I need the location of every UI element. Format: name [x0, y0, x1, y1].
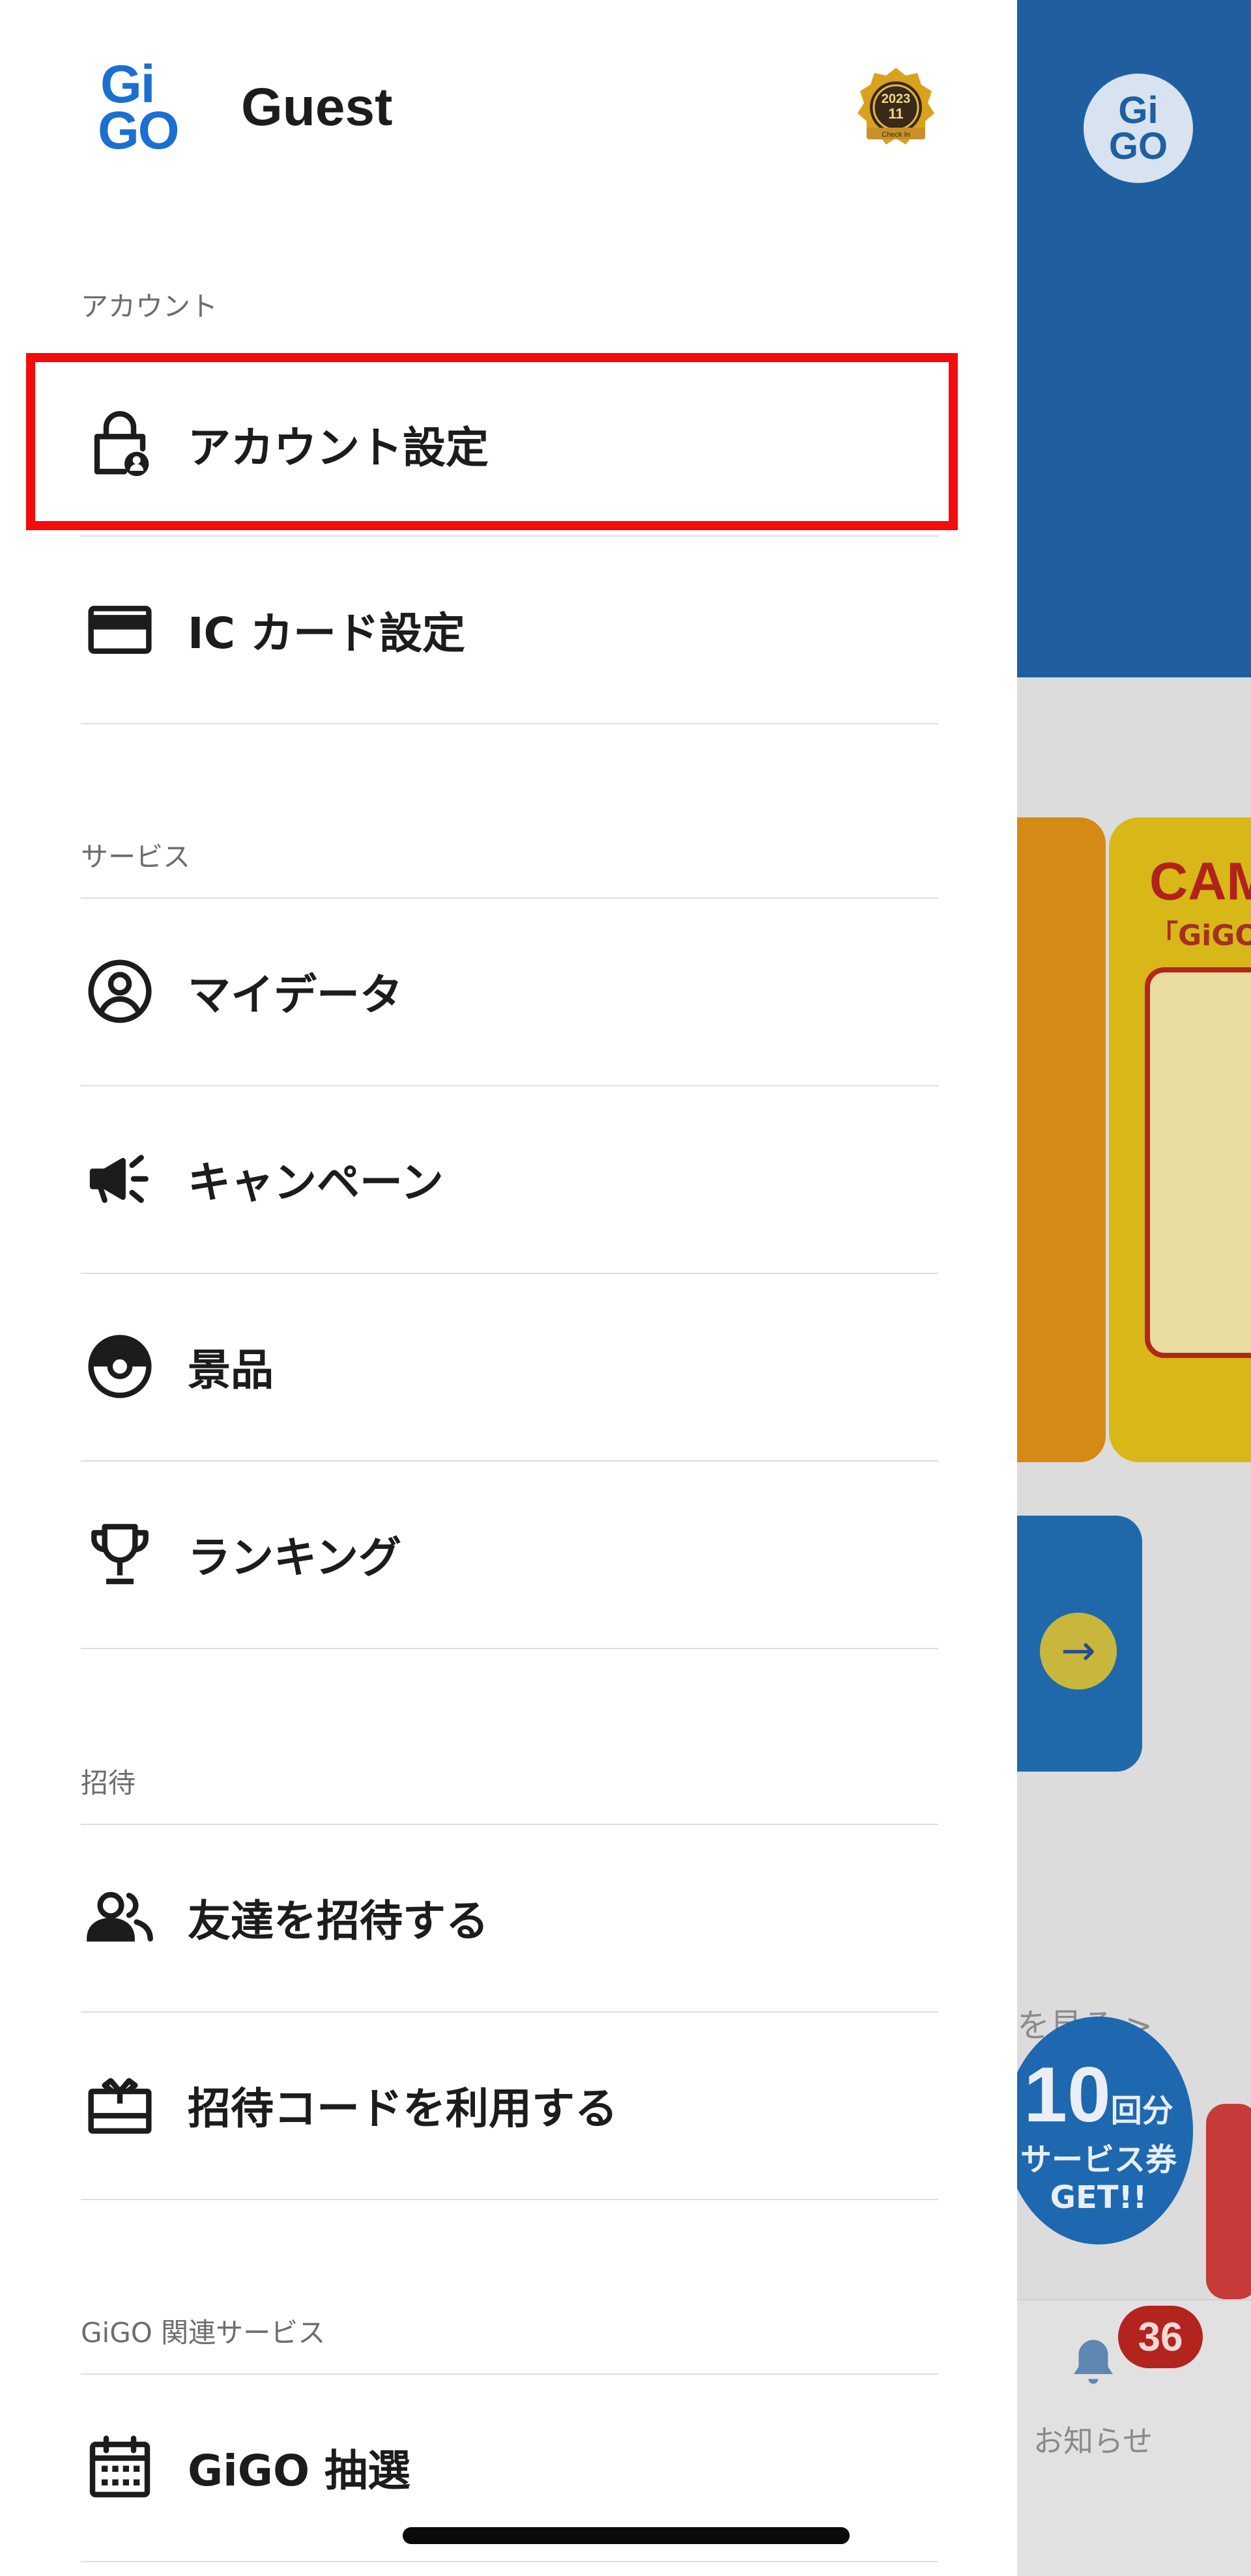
checkin-medal-icon[interactable]: 2023 11 Check In	[854, 65, 938, 150]
tab-notifications-label: お知らせ	[1033, 2424, 1153, 2459]
section-label-service: サービス	[81, 841, 191, 873]
menu-item-ic-card[interactable]: IC カード設定	[81, 537, 938, 722]
menu-item-use-invite-code[interactable]: 招待コードを利用する	[81, 2013, 938, 2197]
people-icon	[81, 1878, 159, 1957]
background-campaign-card-yellow: CAM 「GiGO	[1109, 817, 1251, 1462]
menu-item-mydata[interactable]: マイデータ	[81, 899, 938, 1083]
campaign-card-subtitle: 「GiGO	[1149, 919, 1251, 952]
user-name: Guest	[241, 78, 393, 137]
megaphone-icon	[81, 1140, 159, 1218]
background-red-card	[1206, 2104, 1251, 2299]
notification-count-badge: 36	[1118, 2306, 1203, 2368]
capsule-ball-icon	[81, 1327, 159, 1406]
menu-item-label: 友達を招待する	[188, 1895, 489, 1946]
menu-item-label: アカウント設定	[188, 422, 489, 473]
divider	[81, 1648, 938, 1649]
menu-item-label: マイデータ	[188, 969, 403, 1020]
menu-item-prizes[interactable]: 景品	[81, 1274, 938, 1458]
menu-item-label: GiGO 抽選	[188, 2445, 411, 2496]
campaign-card-panel	[1145, 967, 1251, 1358]
credit-card-icon	[81, 591, 159, 669]
section-label-related: GiGO 関連サービス	[81, 2317, 326, 2349]
gigo-logo: Gi GO	[98, 55, 180, 160]
medal-caption: Check In	[882, 131, 910, 139]
menu-item-account-settings[interactable]: アカウント設定	[81, 352, 938, 536]
divider	[81, 2199, 938, 2200]
menu-item-label: IC カード設定	[188, 608, 465, 658]
menu-item-label: 景品	[188, 1344, 274, 1395]
menu-item-label: 招待コードを利用する	[188, 2083, 618, 2134]
background-campaign-card	[1017, 817, 1106, 1462]
menu-item-label: キャンペーン	[188, 1157, 444, 1208]
menu-item-label: ランキング	[188, 1532, 402, 1583]
medal-year: 2023	[882, 92, 911, 106]
background-logo: Gi GO	[1084, 74, 1193, 183]
divider	[81, 535, 938, 537]
lock-person-icon	[81, 405, 159, 483]
campaign-card-title: CAM	[1149, 852, 1251, 911]
section-label-account: アカウント	[81, 290, 218, 322]
promo-number: 10	[1024, 2051, 1111, 2138]
divider	[81, 723, 938, 724]
promo-unit: 回分	[1110, 2093, 1173, 2129]
gift-card-icon	[81, 2066, 159, 2144]
bell-icon	[1074, 2340, 1113, 2384]
medal-month: 11	[888, 106, 903, 122]
menu-item-ranking[interactable]: ランキング	[81, 1462, 938, 1646]
promo-line-2: GET!!	[1050, 2179, 1147, 2216]
section-label-invite: 招待	[81, 1767, 136, 1799]
arrow-right-icon: →	[1040, 1613, 1117, 1690]
menu-item-campaign[interactable]: キャンペーン	[81, 1086, 938, 1271]
promo-line-1: サービス券	[1020, 2142, 1177, 2178]
divider	[81, 2561, 938, 2562]
home-indicator[interactable]	[403, 2527, 850, 2544]
background-app: GiGO CAM 「GiGO → を見る > 10回分 サービス券 GET!! …	[1017, 0, 1251, 2576]
account-circle-icon	[81, 952, 159, 1030]
trophy-icon	[81, 1515, 159, 1593]
promo-badge: 10回分 サービス券 GET!!	[1017, 2017, 1193, 2244]
side-drawer: Gi GO Guest 2023 11 Check In アカウント アカウント…	[0, 0, 1017, 2576]
menu-item-invite-friends[interactable]: 友達を招待する	[81, 1825, 938, 2009]
calendar-icon	[81, 2428, 159, 2506]
